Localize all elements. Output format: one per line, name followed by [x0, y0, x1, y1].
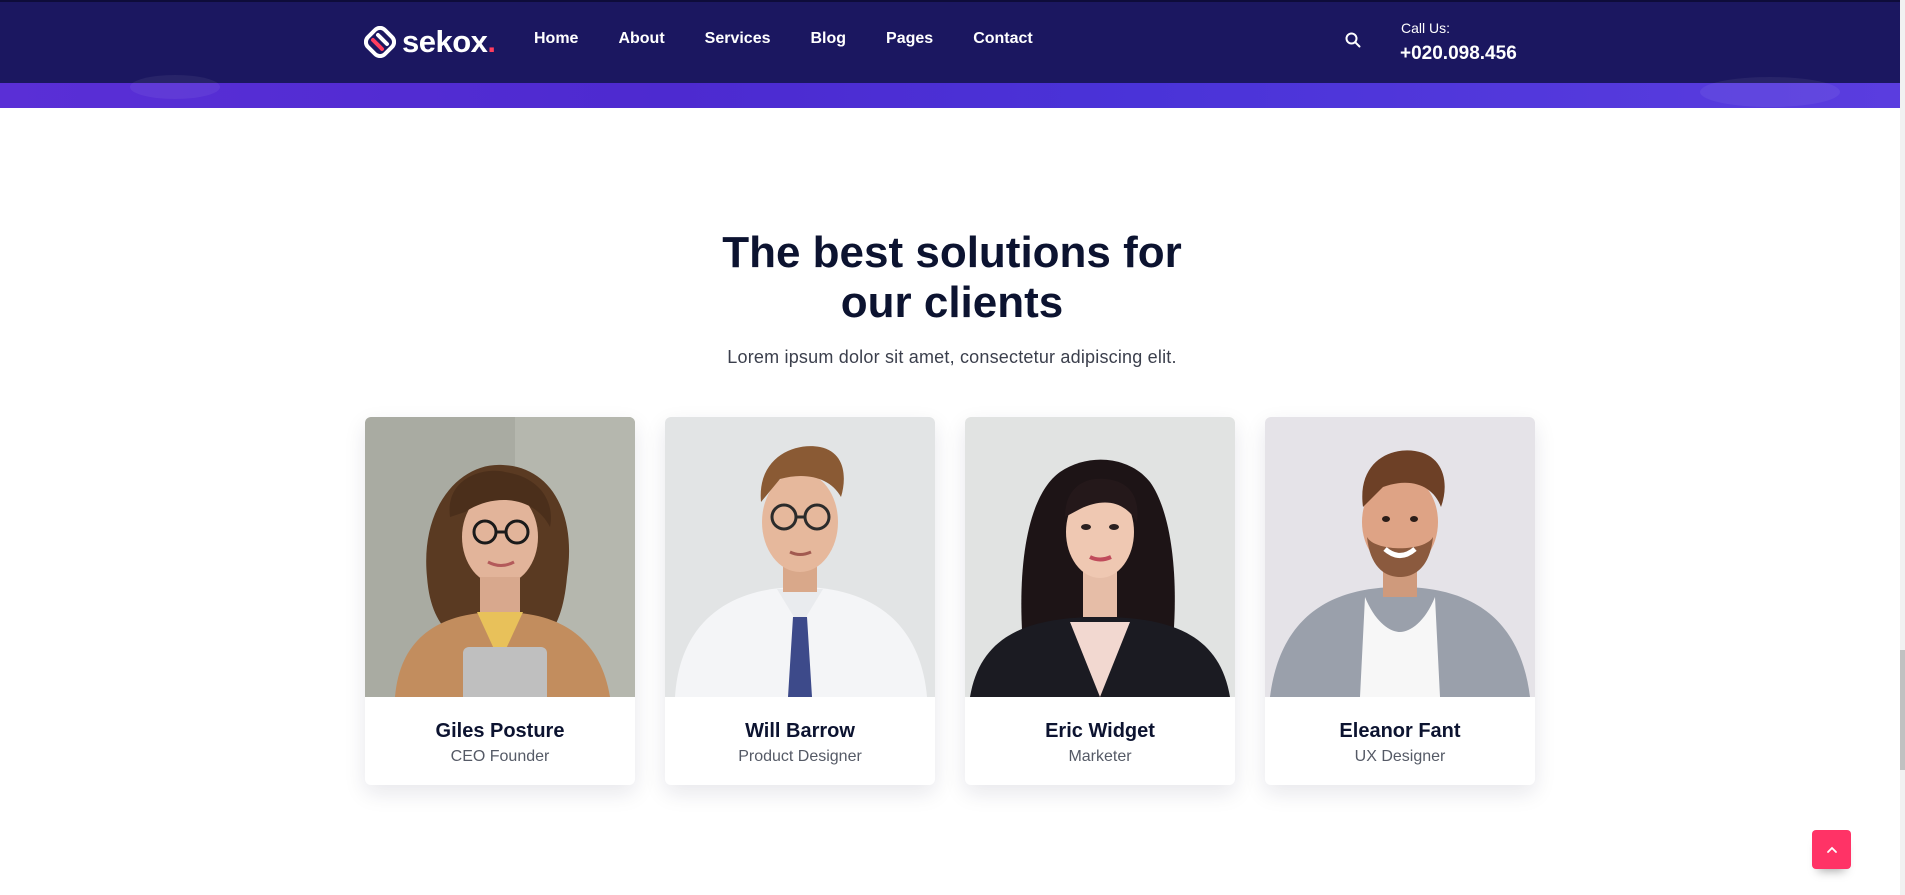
team-photo: [1265, 417, 1535, 697]
team-photo: [365, 417, 635, 697]
nav-item-pages[interactable]: Pages: [886, 30, 933, 48]
team-card[interactable]: Giles Posture CEO Founder: [365, 417, 635, 785]
team-name: Eleanor Fant: [1339, 720, 1461, 742]
section-subtitle: Lorem ipsum dolor sit amet, consectetur …: [727, 347, 1177, 367]
team-card[interactable]: Eric Widget Marketer: [965, 417, 1235, 785]
logo-text: sekox.: [402, 24, 496, 59]
call-number[interactable]: +020.098.456: [1400, 43, 1517, 65]
team-name: Will Barrow: [745, 720, 855, 742]
team-card[interactable]: Will Barrow Product Designer: [665, 417, 935, 785]
call-label: Call Us:: [1401, 20, 1451, 36]
scrollbar-thumb[interactable]: [1900, 650, 1905, 770]
team-role: Product Designer: [738, 748, 862, 765]
search-icon[interactable]: [1344, 31, 1362, 49]
team-photo: [665, 417, 935, 697]
team-name: Eric Widget: [1045, 720, 1155, 742]
nav-item-blog[interactable]: Blog: [811, 30, 847, 48]
nav-item-about[interactable]: About: [618, 30, 664, 48]
section-title: The best solutions for our clients: [722, 228, 1182, 327]
back-to-top-button[interactable]: [1812, 830, 1851, 869]
team-photo: [965, 417, 1235, 697]
nav-item-services[interactable]: Services: [705, 30, 771, 48]
chevron-up-icon: [1826, 846, 1837, 853]
main-nav: Home About Services Blog Pages Contact: [534, 30, 1073, 48]
header-gradient-band: [0, 75, 1900, 108]
nav-item-contact[interactable]: Contact: [973, 30, 1033, 48]
logo-icon: [364, 26, 396, 58]
site-logo[interactable]: sekox.: [364, 24, 496, 60]
team-role: CEO Founder: [450, 748, 550, 765]
team-card[interactable]: Eleanor Fant UX Designer: [1265, 417, 1535, 785]
team-name: Giles Posture: [435, 720, 565, 742]
nav-item-home[interactable]: Home: [534, 30, 578, 48]
team-role: Marketer: [1068, 748, 1132, 765]
team-role: UX Designer: [1354, 748, 1446, 765]
